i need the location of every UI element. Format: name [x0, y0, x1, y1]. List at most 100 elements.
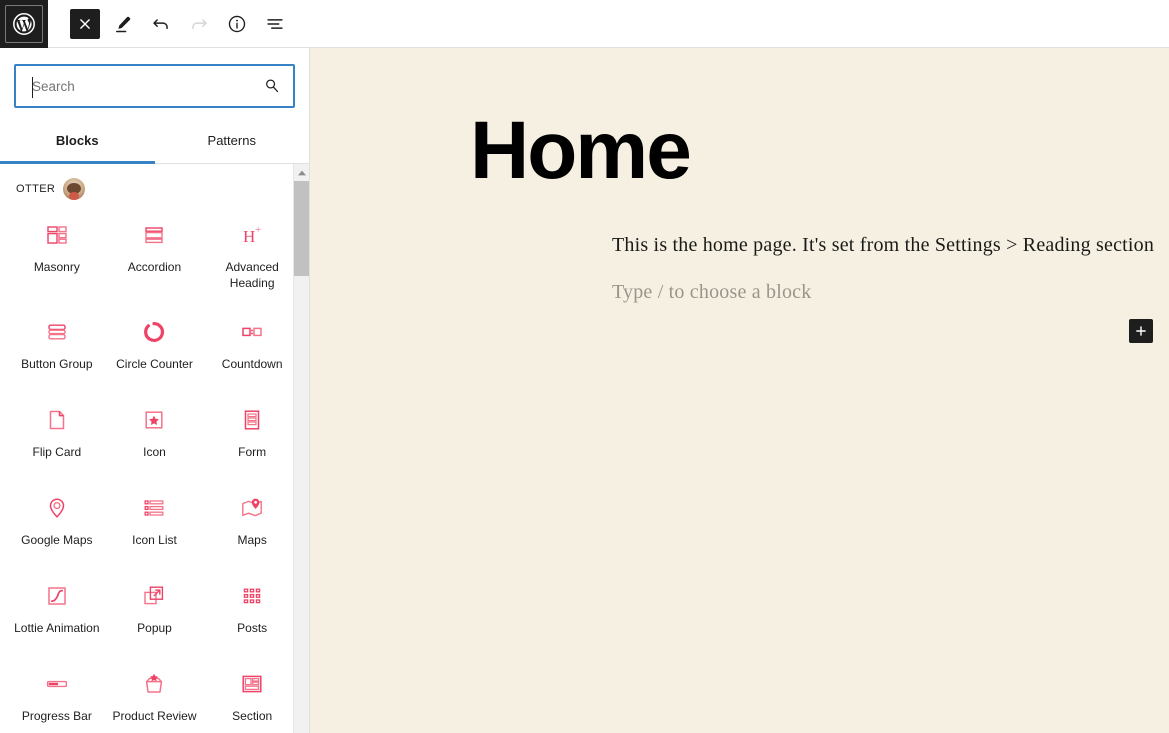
maps-icon: [239, 495, 265, 521]
redo-icon: [192, 18, 207, 29]
block-item-accordion[interactable]: Accordion: [106, 210, 204, 301]
wordpress-icon: [13, 12, 35, 35]
plus-icon: [1136, 326, 1146, 336]
wordpress-logo-button[interactable]: [5, 4, 43, 43]
editor-toolbar: [0, 0, 1169, 48]
empty-paragraph-placeholder[interactable]: Type / to choose a block: [310, 281, 1169, 304]
block-label: Accordion: [127, 260, 182, 274]
block-label: Masonry: [33, 260, 80, 274]
block-item-flip-card[interactable]: Flip Card: [8, 395, 106, 477]
block-inserter-panel: Blocks Patterns OTTER: [0, 48, 310, 733]
block-item-google-maps[interactable]: Google Maps: [8, 483, 106, 565]
toolbar-buttons: [48, 0, 290, 48]
close-icon: [80, 18, 90, 29]
tab-blocks[interactable]: Blocks: [0, 118, 155, 164]
button-group-icon: [44, 319, 70, 345]
wordpress-logo-slot: [0, 0, 48, 48]
icon-list-icon: [141, 495, 167, 521]
block-label: Form: [238, 445, 267, 460]
list-view-button[interactable]: [260, 9, 290, 39]
block-item-popup[interactable]: Popup: [106, 571, 204, 653]
block-label: Posts: [237, 621, 268, 636]
posts-icon: [239, 583, 265, 609]
scrollbar-thumb[interactable]: [294, 181, 309, 276]
scroll-up-arrow-icon[interactable]: [294, 164, 309, 181]
block-label: Popup: [137, 621, 172, 636]
block-item-progress-bar[interactable]: Progress Bar: [8, 659, 106, 733]
paragraph-block[interactable]: This is the home page. It's set from the…: [310, 234, 1169, 257]
product-review-icon: [141, 671, 167, 697]
otter-avatar-icon: [63, 178, 86, 200]
countdown-icon: [239, 319, 265, 345]
block-label: Maps: [237, 533, 267, 548]
block-label: Icon: [143, 445, 166, 460]
block-item-maps[interactable]: Maps: [203, 483, 301, 565]
accordion-icon: [141, 222, 167, 248]
block-label: Product Review: [112, 709, 197, 724]
svg-text:+: +: [255, 224, 261, 236]
block-item-advanced-heading[interactable]: H + Advanced Heading: [203, 210, 301, 301]
text-caret: [32, 77, 33, 98]
redo-button[interactable]: [184, 9, 214, 39]
info-icon: [228, 15, 246, 32]
tab-patterns[interactable]: Patterns: [155, 118, 310, 163]
search-box[interactable]: [14, 64, 295, 108]
block-label: Circle Counter: [116, 357, 193, 372]
block-label: Lottie Animation: [14, 621, 100, 636]
lottie-animation-icon: [44, 583, 70, 609]
search-button[interactable]: [251, 66, 293, 106]
block-label: Button Group: [21, 357, 93, 372]
progress-bar-icon: [44, 671, 70, 697]
block-item-icon[interactable]: Icon: [106, 395, 204, 477]
list-view-icon: [267, 18, 283, 29]
block-item-lottie-animation[interactable]: Lottie Animation: [8, 571, 106, 653]
block-label: Google Maps: [21, 533, 93, 548]
wordpress-block-editor: Blocks Patterns OTTER: [0, 0, 1169, 733]
block-label: Advanced Heading: [225, 260, 279, 290]
editor-canvas: Home This is the home page. It's set fro…: [310, 48, 1169, 733]
undo-button[interactable]: [146, 9, 176, 39]
block-item-circle-counter[interactable]: Circle Counter: [106, 307, 204, 389]
close-inserter-button[interactable]: [70, 8, 100, 39]
tab-blocks-label: Blocks: [55, 133, 99, 148]
circle-counter-icon: [141, 319, 167, 345]
block-label: Flip Card: [32, 445, 82, 460]
block-item-product-review[interactable]: Product Review: [106, 659, 204, 733]
block-item-masonry[interactable]: Masonry: [8, 210, 106, 301]
block-item-posts[interactable]: Posts: [203, 571, 301, 653]
post-content: Home This is the home page. It's set fro…: [310, 48, 1169, 304]
category-header: OTTER: [0, 164, 309, 206]
block-item-icon-list[interactable]: Icon List: [106, 483, 204, 565]
block-list-scroll-region: OTTER Masonry Accordion H + Advanced Hea…: [0, 164, 309, 733]
icon-block-icon: [141, 407, 167, 433]
block-label: Icon List: [132, 533, 177, 548]
inserter-scrollbar[interactable]: [293, 164, 309, 733]
section-icon: [239, 671, 265, 697]
edit-mode-button[interactable]: [108, 9, 138, 39]
post-title-block[interactable]: Home: [310, 110, 1169, 192]
google-maps-icon: [44, 495, 70, 521]
block-label: Countdown: [221, 357, 283, 372]
block-label: Progress Bar: [21, 709, 92, 724]
block-item-countdown[interactable]: Countdown: [203, 307, 301, 389]
popup-icon: [141, 583, 167, 609]
block-item-button-group[interactable]: Button Group: [8, 307, 106, 389]
block-item-form[interactable]: Form: [203, 395, 301, 477]
flip-card-icon: [44, 407, 70, 433]
undo-icon: [153, 18, 168, 29]
svg-text:H: H: [243, 227, 255, 246]
form-icon: [239, 407, 265, 433]
masonry-icon: [44, 222, 70, 248]
details-button[interactable]: [222, 9, 252, 39]
block-item-section[interactable]: Section: [203, 659, 301, 733]
pencil-icon: [115, 16, 131, 32]
block-label: Section: [232, 709, 273, 724]
search-input[interactable]: [16, 66, 251, 106]
inserter-tabs: Blocks Patterns: [0, 118, 309, 164]
category-label: OTTER: [16, 183, 56, 195]
search-section: [0, 48, 309, 108]
add-block-button[interactable]: [1129, 319, 1153, 343]
block-grid: Masonry Accordion H + Advanced Heading B…: [0, 206, 309, 733]
advanced-heading-icon: H +: [239, 222, 265, 248]
tab-patterns-label: Patterns: [207, 133, 256, 148]
